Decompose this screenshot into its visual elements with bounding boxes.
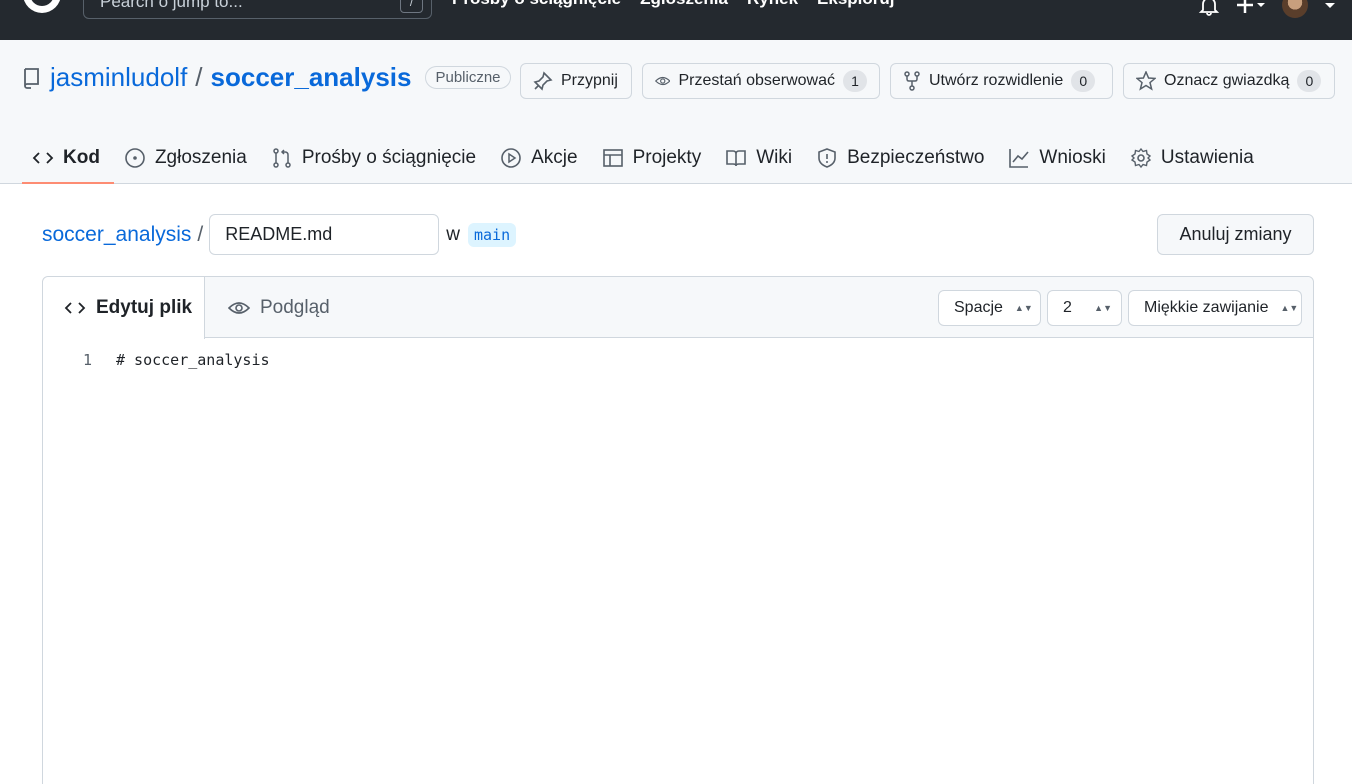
file-editor: Edytuj plik Podgląd Spacje ▲▼ 2 ▲▼ Miękk… [42, 276, 1314, 784]
star-icon [1136, 71, 1156, 91]
in-branch-label: w [446, 223, 460, 245]
table-icon [602, 148, 623, 167]
tab-security[interactable]: Bezpieczeństwo [806, 132, 998, 183]
code-icon [32, 151, 54, 164]
file-path: soccer_analysis / README.md w main [42, 214, 517, 255]
breadcrumb-repo-link[interactable]: soccer_analysis [42, 223, 191, 247]
tab-preview-label: Podgląd [260, 296, 330, 318]
tab-insights[interactable]: Wnioski [998, 132, 1120, 183]
select-arrows-icon: ▲▼ [1094, 302, 1112, 313]
gear-icon [1130, 147, 1152, 168]
fork-count: 0 [1071, 70, 1096, 92]
code-line[interactable]: 1 # soccer_analysis [43, 351, 270, 369]
watch-label: Przestań obserwować [678, 72, 835, 89]
fork-label: Utwórz rozwidlenie [929, 72, 1064, 89]
nav-marketplace[interactable]: Rynek [747, 0, 798, 9]
tab-projects-label: Projekty [632, 146, 702, 168]
tab-wiki-label: Wiki [756, 146, 793, 168]
tab-wiki[interactable]: Wiki [715, 132, 806, 183]
tab-projects[interactable]: Projekty [592, 132, 716, 183]
repo-header: jasminludolf / soccer_analysis Publiczne… [0, 40, 1352, 184]
github-logo-icon[interactable] [20, 0, 64, 20]
nav-issues[interactable]: Zgłoszenia [640, 0, 728, 9]
tab-preview[interactable]: Podgląd [228, 277, 330, 338]
indent-size-select[interactable]: 2 ▲▼ [1047, 290, 1122, 326]
wrap-mode-select[interactable]: Miękkie zawijanie ▲▼ [1128, 290, 1302, 326]
editor-toolbar: Edytuj plik Podgląd Spacje ▲▼ 2 ▲▼ Miękk… [43, 277, 1313, 339]
indent-size-value: 2 [1063, 299, 1072, 316]
graph-icon [1009, 148, 1029, 168]
repo-separator: / [195, 62, 203, 92]
tab-code[interactable]: Kod [22, 132, 114, 184]
pin-button[interactable]: Przypnij [520, 63, 632, 99]
nav-explore[interactable]: Eksploruj [817, 0, 894, 9]
book-icon [726, 149, 747, 166]
chevron-down-icon[interactable] [1324, 0, 1336, 16]
repo-title: jasminludolf / soccer_analysis Publiczne [22, 62, 511, 93]
fork-icon [904, 71, 920, 91]
unwatch-button[interactable]: Przestań obserwować 1 [642, 63, 880, 99]
tab-security-label: Bezpieczeństwo [847, 146, 985, 168]
select-arrows-icon: ▲▼ [1280, 302, 1299, 313]
eye-icon [655, 76, 671, 86]
bell-icon[interactable] [1198, 0, 1220, 16]
pin-label: Przypnij [561, 72, 618, 89]
select-arrows-icon: ▲▼ [1014, 302, 1033, 313]
header-actions [1198, 0, 1336, 18]
tab-settings[interactable]: Ustawienia [1120, 132, 1268, 183]
tab-insights-label: Wnioski [1039, 146, 1106, 168]
fork-button[interactable]: Utwórz rozwidlenie 0 [890, 63, 1113, 99]
tab-settings-label: Ustawienia [1160, 146, 1254, 168]
repo-actions: Przypnij Przestań obserwować 1 Utwórz ro… [520, 63, 1335, 99]
search-shortcut-key: / [400, 0, 423, 13]
plus-dropdown-icon[interactable] [1236, 0, 1266, 16]
line-number: 1 [82, 351, 92, 369]
tab-issues-label: Zgłoszenia [154, 146, 247, 168]
branch-name: main [467, 222, 517, 247]
tab-pull-requests-label: Prośby o ściągnięcie [301, 146, 477, 168]
cancel-changes-button[interactable]: Anuluj zmiany [1157, 214, 1314, 255]
global-nav: Prosby o ściągnięcie Zgłoszenia Rynek Ek… [452, 0, 895, 9]
tab-actions-label: Akcje [531, 146, 578, 168]
star-count: 0 [1297, 70, 1322, 92]
watch-count: 1 [843, 70, 867, 92]
issue-icon [125, 147, 145, 168]
indent-mode-value: Spacje [954, 299, 1003, 316]
repo-owner-link[interactable]: jasminludolf [50, 62, 187, 93]
repo-icon [24, 67, 39, 89]
code-icon [64, 302, 86, 314]
visibility-badge: Publiczne [425, 66, 511, 89]
star-label: Oznacz gwiazdką [1164, 72, 1290, 89]
tab-edit-file-label: Edytuj plik [96, 297, 193, 318]
search-placeholder: Pearch o jump to... [100, 0, 243, 11]
repo-name-link[interactable]: soccer_analysis [211, 62, 412, 93]
global-header: Pearch o jump to... / Prosby o ściągnięc… [0, 0, 1352, 40]
indent-mode-select[interactable]: Spacje ▲▼ [938, 290, 1041, 326]
pin-icon [533, 71, 553, 91]
avatar[interactable] [1282, 0, 1308, 18]
eye-icon [228, 301, 250, 314]
tab-edit-file[interactable]: Edytuj plik [43, 277, 205, 339]
star-button[interactable]: Oznacz gwiazdką 0 [1123, 63, 1335, 99]
nav-pull-requests[interactable]: Prosby o ściągnięcie [452, 0, 621, 9]
breadcrumb-separator: / [197, 222, 204, 246]
editor-options: Spacje ▲▼ 2 ▲▼ Miękkie zawijanie ▲▼ [938, 290, 1302, 326]
search-input[interactable]: Pearch o jump to... / [83, 0, 432, 19]
tab-actions[interactable]: Akcje [490, 132, 591, 183]
filename-input[interactable]: README.md [209, 214, 440, 255]
line-content[interactable]: # soccer_analysis [116, 351, 270, 369]
play-icon [501, 147, 521, 168]
wrap-mode-value: Miękkie zawijanie [1144, 299, 1269, 316]
shield-icon [818, 147, 836, 168]
tab-code-label: Kod [63, 146, 100, 168]
repo-tabs: Kod Zgłoszenia Prośby o ściągnięcie Akcj… [22, 132, 1268, 184]
tab-pull-requests[interactable]: Prośby o ściągnięcie [261, 132, 490, 183]
tab-issues[interactable]: Zgłoszenia [114, 132, 261, 183]
pull-request-icon [273, 147, 291, 168]
